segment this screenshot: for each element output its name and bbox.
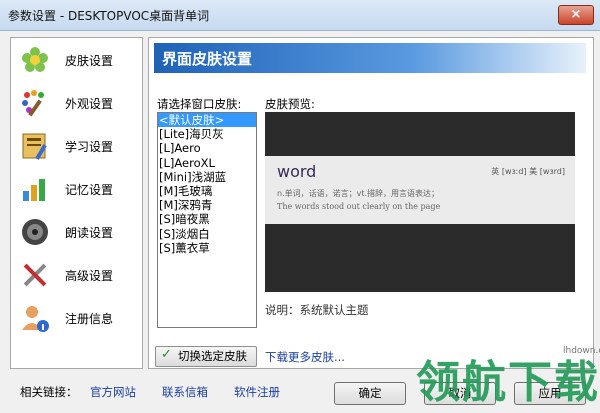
check-icon: ✓ — [161, 347, 172, 362]
skin-list-item[interactable]: [M]深鸦青 — [158, 198, 256, 212]
nav-label: 高级设置 — [65, 269, 114, 283]
preview-card: word 英 [wɜːd] 美 [wɜrd] n.单词，话语，诺言；vt.措辞，… — [265, 156, 575, 224]
user-info-icon — [22, 306, 49, 332]
official-site-link[interactable]: 官方网站 — [90, 384, 136, 400]
preview-meaning: n.单词，话语，诺言；vt.措辞，用言语表达； — [277, 189, 440, 198]
window-title: 参数设置 - DESKTOPVOC桌面背单词 — [8, 9, 210, 23]
nav-item-appearance[interactable]: 外观设置 — [11, 83, 142, 123]
nav-label: 学习设置 — [65, 140, 114, 154]
nav-label: 皮肤设置 — [65, 54, 114, 68]
skin-select-label: 请选择窗口皮肤: — [157, 97, 242, 111]
download-skins-link[interactable]: 下载更多皮肤... — [265, 349, 345, 365]
preview-phonetic: 英 [wɜːd] 美 [wɜrd] — [491, 167, 565, 176]
flower-icon — [22, 47, 48, 72]
skin-list-item[interactable]: [Lite]海贝灰 — [158, 127, 256, 141]
links-label: 相关链接： — [20, 385, 78, 399]
switch-skin-label: 切换选定皮肤 — [178, 349, 247, 363]
nav-item-register[interactable]: 注册信息 — [11, 298, 142, 338]
ok-button[interactable]: 确定 — [334, 382, 406, 405]
skin-description: 说明：系统默认主题 — [265, 303, 369, 317]
nav-label: 朗读设置 — [65, 226, 114, 240]
nav-label: 记忆设置 — [65, 183, 114, 197]
preview-example: The words stood out clearly on the page — [277, 202, 441, 211]
preview-word: word — [277, 162, 317, 181]
skin-list-item[interactable]: [L]AeroXL — [158, 156, 256, 170]
preview-label: 皮肤预览: — [265, 97, 315, 111]
title-bar: 参数设置 - DESKTOPVOC桌面背单词 × — [0, 0, 600, 31]
skin-list-item[interactable]: [S]薰衣草 — [158, 241, 256, 255]
study-icon — [22, 133, 47, 160]
skin-list-item[interactable]: <默认皮肤> — [158, 113, 256, 128]
skin-preview: word 英 [wɜːd] 美 [wɜrd] n.单词，话语，诺言；vt.措辞，… — [265, 112, 575, 292]
panel-header: 界面皮肤设置 — [154, 43, 586, 73]
nav-item-skin[interactable]: 皮肤设置 — [11, 40, 142, 80]
switch-skin-button[interactable]: ✓ 切换选定皮肤 — [155, 346, 257, 367]
tools-icon — [23, 263, 47, 287]
skin-list-item[interactable]: [S]淡烟白 — [158, 227, 256, 241]
close-button[interactable]: × — [558, 5, 594, 25]
nav-item-memory[interactable]: 记忆设置 — [11, 169, 142, 209]
skin-list-item[interactable]: [Mini]浅湖蓝 — [158, 170, 256, 184]
watermark-url: lhdown.com — [563, 346, 600, 356]
nav-label: 注册信息 — [65, 312, 114, 326]
skin-list-item[interactable]: [L]Aero — [158, 141, 256, 155]
contact-email-link[interactable]: 联系信箱 — [162, 384, 208, 400]
nav-label: 外观设置 — [65, 97, 114, 111]
nav-item-study[interactable]: 学习设置 — [11, 126, 142, 166]
nav-item-speech[interactable]: 朗读设置 — [11, 212, 142, 252]
chart-icon — [23, 179, 45, 201]
skin-list-item[interactable]: [M]毛玻璃 — [158, 184, 256, 198]
settings-nav: 皮肤设置 外观设置 学习设置 记忆设置 朗读设置 高级设置 注册信息 — [10, 37, 143, 369]
register-link[interactable]: 软件注册 — [234, 384, 280, 400]
skin-settings-panel: 界面皮肤设置 请选择窗口皮肤: 皮肤预览: <默认皮肤> [Lite]海贝灰 [L]… — [148, 37, 594, 369]
skin-list-item[interactable]: [S]暗夜黑 — [158, 212, 256, 226]
palette-icon — [22, 90, 44, 117]
skin-list[interactable]: <默认皮肤> [Lite]海贝灰 [L]Aero [L]AeroXL [Mini]浅湖蓝… — [157, 112, 257, 328]
nav-item-advanced[interactable]: 高级设置 — [11, 255, 142, 295]
panel-title: 界面皮肤设置 — [162, 50, 253, 68]
speaker-icon — [22, 219, 48, 245]
